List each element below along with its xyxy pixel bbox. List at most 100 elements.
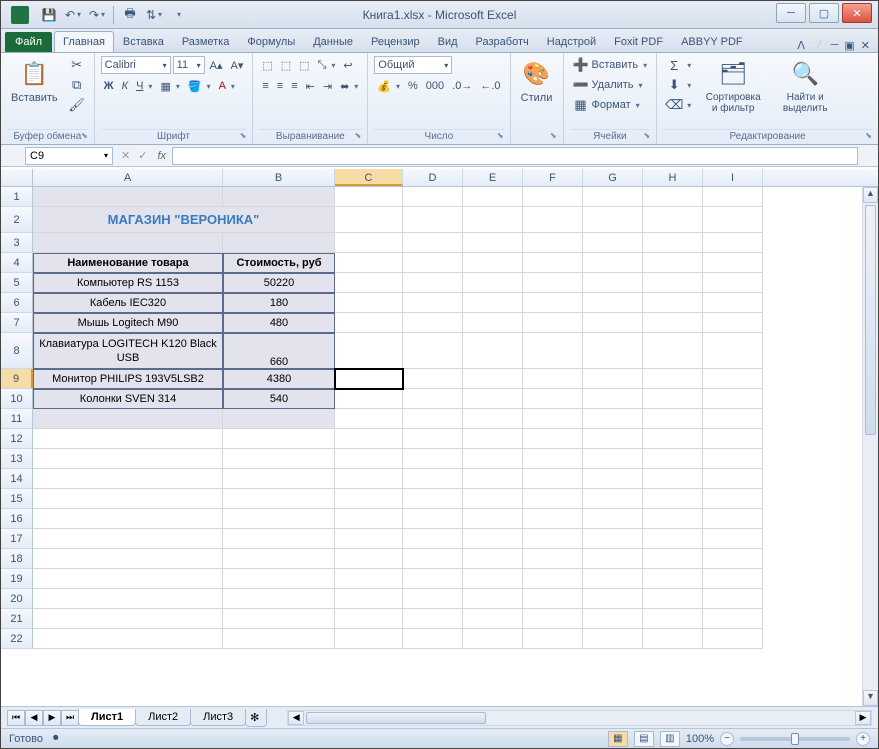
cell-I21[interactable] — [703, 609, 763, 629]
col-header-F[interactable]: F — [523, 169, 583, 186]
cell-C5[interactable] — [335, 273, 403, 293]
cell-I19[interactable] — [703, 569, 763, 589]
cell-E2[interactable] — [463, 207, 523, 233]
cell-C20[interactable] — [335, 589, 403, 609]
cell-B3[interactable] — [223, 233, 335, 253]
cut-button[interactable]: ✂ — [66, 56, 88, 74]
sheet-tab-3[interactable]: Лист3 — [190, 709, 246, 726]
row-header-8[interactable]: 8 — [1, 333, 33, 369]
cell-H10[interactable] — [643, 389, 703, 409]
cell-G21[interactable] — [583, 609, 643, 629]
tab-data[interactable]: Данные — [304, 31, 362, 52]
cell-C6[interactable] — [335, 293, 403, 313]
help-button[interactable]: ❔ — [811, 39, 825, 52]
first-sheet-button[interactable]: ⏮ — [7, 710, 25, 726]
minimize-ribbon-button[interactable]: ᐱ — [797, 39, 805, 52]
cell-D4[interactable] — [403, 253, 463, 273]
cell-A17[interactable] — [33, 529, 223, 549]
sort-qat-button[interactable]: ⇅ — [144, 5, 164, 25]
cell-E11[interactable] — [463, 409, 523, 429]
cell-H16[interactable] — [643, 509, 703, 529]
cell-A1[interactable] — [33, 187, 223, 207]
cell-G1[interactable] — [583, 187, 643, 207]
page-break-view-button[interactable]: ▥ — [660, 731, 680, 747]
col-header-A[interactable]: A — [33, 169, 223, 186]
row-header-6[interactable]: 6 — [1, 293, 33, 313]
save-button[interactable]: 💾 — [39, 5, 59, 25]
cell-D1[interactable] — [403, 187, 463, 207]
cell-G4[interactable] — [583, 253, 643, 273]
cell-E19[interactable] — [463, 569, 523, 589]
cell-F22[interactable] — [523, 629, 583, 649]
cell-D6[interactable] — [403, 293, 463, 313]
cell-B12[interactable] — [223, 429, 335, 449]
cell-D3[interactable] — [403, 233, 463, 253]
cell-G11[interactable] — [583, 409, 643, 429]
cell-F3[interactable] — [523, 233, 583, 253]
cell-G16[interactable] — [583, 509, 643, 529]
row-header-18[interactable]: 18 — [1, 549, 33, 569]
cell-C1[interactable] — [335, 187, 403, 207]
cell-F16[interactable] — [523, 509, 583, 529]
cell-A21[interactable] — [33, 609, 223, 629]
cell-H6[interactable] — [643, 293, 703, 313]
cell-A18[interactable] — [33, 549, 223, 569]
row-header-19[interactable]: 19 — [1, 569, 33, 589]
zoom-in-button[interactable]: + — [856, 732, 870, 746]
cell-I3[interactable] — [703, 233, 763, 253]
row-header-22[interactable]: 22 — [1, 629, 33, 649]
cell-F9[interactable] — [523, 369, 583, 389]
cell-G20[interactable] — [583, 589, 643, 609]
vscroll-thumb[interactable] — [865, 205, 876, 435]
cell-E20[interactable] — [463, 589, 523, 609]
cell-I6[interactable] — [703, 293, 763, 313]
cell-E17[interactable] — [463, 529, 523, 549]
row-header-12[interactable]: 12 — [1, 429, 33, 449]
cell-B19[interactable] — [223, 569, 335, 589]
align-middle-button[interactable]: ⬚ — [278, 56, 294, 74]
cell-I1[interactable] — [703, 187, 763, 207]
cell-H17[interactable] — [643, 529, 703, 549]
next-sheet-button[interactable]: ▶ — [43, 710, 61, 726]
col-header-D[interactable]: D — [403, 169, 463, 186]
macro-record-button[interactable]: ⏺ — [53, 732, 59, 745]
cell-C9-active[interactable] — [335, 369, 403, 389]
row-header-13[interactable]: 13 — [1, 449, 33, 469]
cell-I22[interactable] — [703, 629, 763, 649]
doc-minimize-button[interactable]: ─ — [831, 39, 839, 52]
cell-A9[interactable]: Монитор PHILIPS 193V5LSB2 — [33, 369, 223, 389]
cell-B14[interactable] — [223, 469, 335, 489]
delete-cells-button[interactable]: ➖Удалить — [570, 76, 651, 94]
cell-B1[interactable] — [223, 187, 335, 207]
cell-C11[interactable] — [335, 409, 403, 429]
fx-button[interactable]: fx — [151, 150, 172, 162]
cell-G17[interactable] — [583, 529, 643, 549]
cell-E5[interactable] — [463, 273, 523, 293]
cell-G7[interactable] — [583, 313, 643, 333]
cell-D16[interactable] — [403, 509, 463, 529]
cell-A14[interactable] — [33, 469, 223, 489]
cell-E21[interactable] — [463, 609, 523, 629]
undo-button[interactable]: ↶ — [63, 5, 83, 25]
row-header-4[interactable]: 4 — [1, 253, 33, 273]
cell-E13[interactable] — [463, 449, 523, 469]
name-box[interactable]: C9▾ — [25, 147, 113, 165]
print-button[interactable]: 🖶 — [120, 5, 140, 25]
cell-C13[interactable] — [335, 449, 403, 469]
cell-C10[interactable] — [335, 389, 403, 409]
cell-B22[interactable] — [223, 629, 335, 649]
sheet-tab-2[interactable]: Лист2 — [135, 709, 191, 726]
cell-G13[interactable] — [583, 449, 643, 469]
cell-F11[interactable] — [523, 409, 583, 429]
cell-C21[interactable] — [335, 609, 403, 629]
cell-B8[interactable]: 660 — [223, 333, 335, 369]
cell-H7[interactable] — [643, 313, 703, 333]
cell-H9[interactable] — [643, 369, 703, 389]
decrease-font-button[interactable]: A▾ — [228, 56, 247, 74]
cell-H20[interactable] — [643, 589, 703, 609]
align-right-button[interactable]: ≡ — [288, 77, 300, 95]
enter-formula-button[interactable]: ✓ — [134, 149, 151, 162]
cell-B21[interactable] — [223, 609, 335, 629]
row-header-11[interactable]: 11 — [1, 409, 33, 429]
cell-E9[interactable] — [463, 369, 523, 389]
